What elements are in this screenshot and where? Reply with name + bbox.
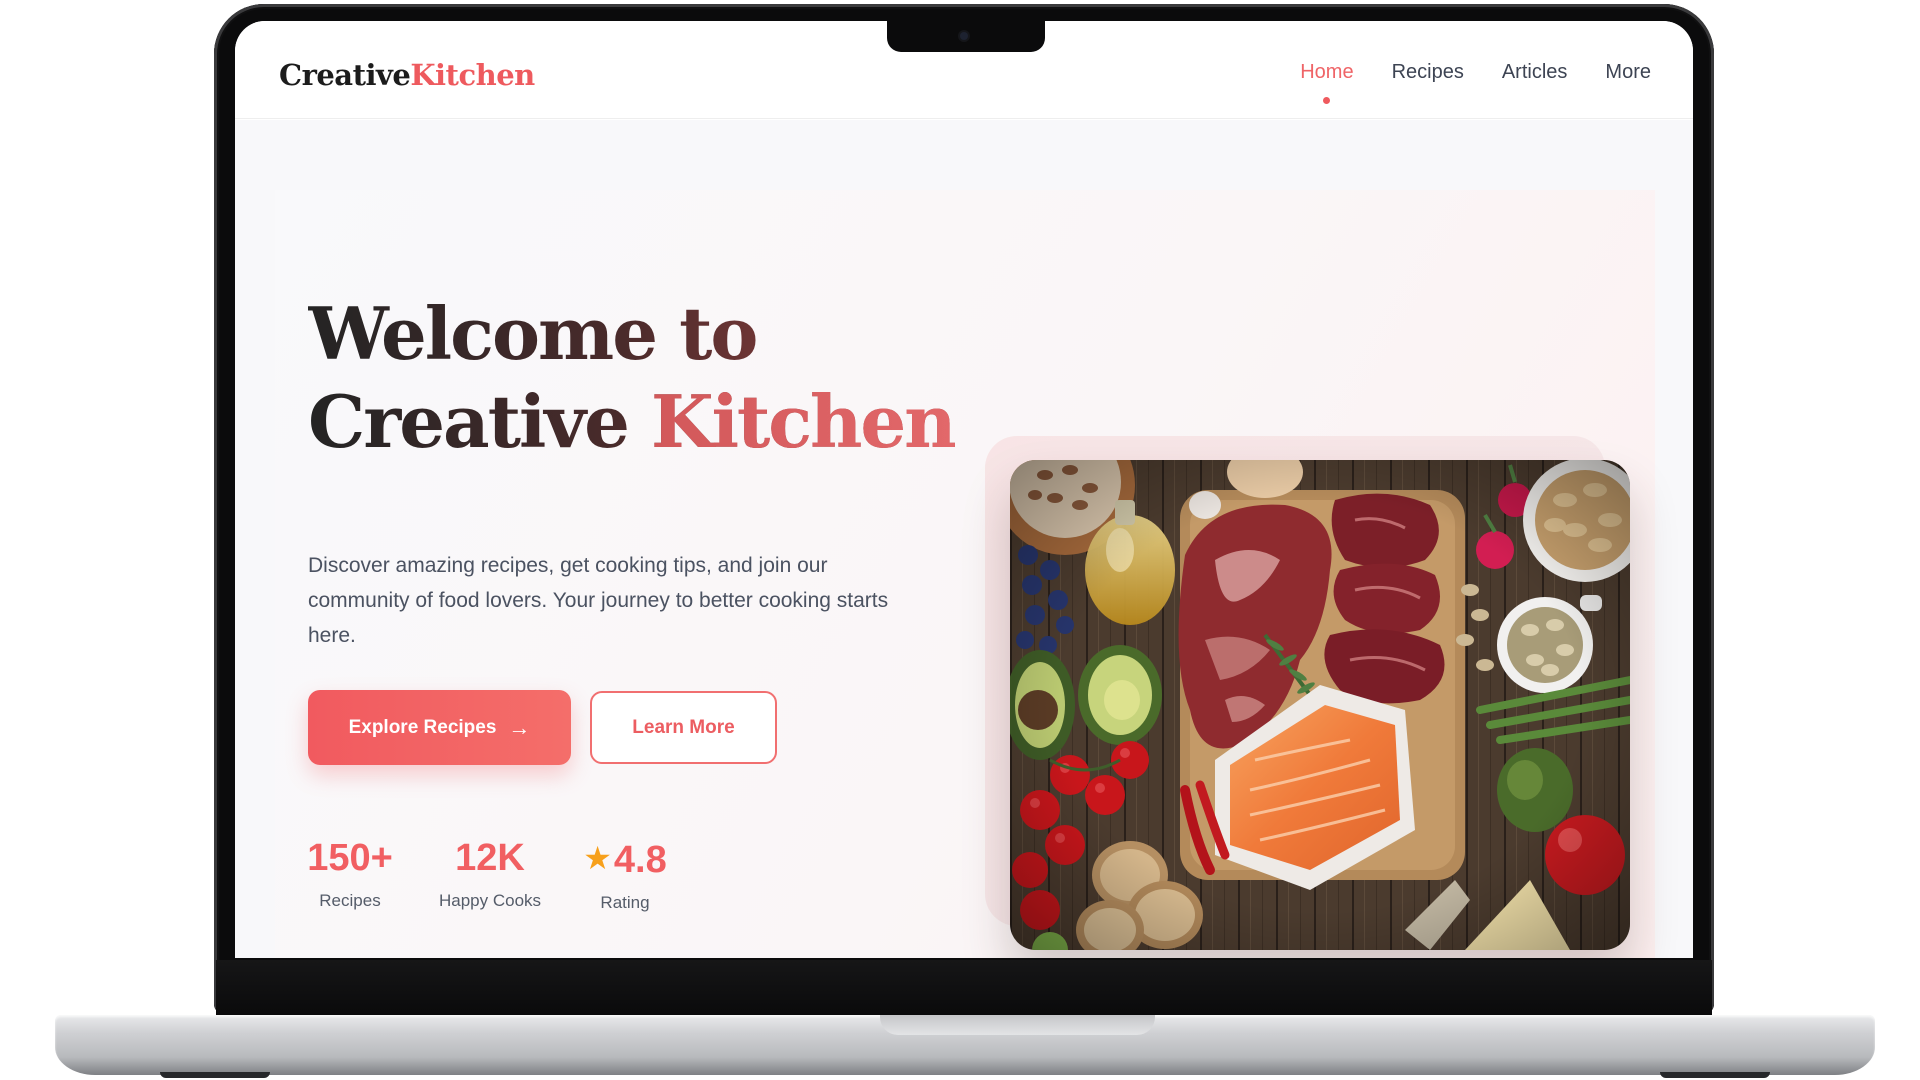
arrow-right-icon: →: [508, 714, 531, 740]
hero-title-line1: Welcome to: [308, 291, 757, 376]
laptop-opening-groove: [880, 1015, 1155, 1035]
nav-recipes-label: Recipes: [1391, 61, 1464, 83]
camera-icon: [960, 32, 968, 40]
hero-food-image: [1010, 460, 1630, 950]
laptop-foot-left: [160, 1072, 270, 1078]
hero-section: Welcome to Creative Kitchen Discover ama…: [235, 120, 1693, 958]
food-flatlay-illustration: [1010, 460, 1630, 950]
nav-recipes-link[interactable]: Recipes: [1392, 61, 1464, 84]
nav-links: Home Recipes Articles More: [1300, 61, 1651, 104]
explore-recipes-button[interactable]: Explore Recipes →: [308, 690, 571, 765]
hero-title-highlight: Kitchen: [651, 379, 957, 464]
star-icon: ★: [583, 840, 612, 876]
stat-recipes-label: Recipes: [319, 891, 381, 910]
nav-home-link[interactable]: Home: [1300, 61, 1354, 104]
stat-happy-cooks-label: Happy Cooks: [438, 891, 542, 910]
stat-rating-row: ★4.8: [560, 835, 690, 883]
browser-screen: CreativeKitchen Home Recipes Articles Mo…: [235, 21, 1693, 958]
laptop-foot-right: [1660, 1072, 1770, 1078]
stat-rating-label: Rating: [600, 893, 650, 912]
stat-rating: ★4.8 Rating: [560, 835, 690, 913]
hero-title: Welcome to Creative Kitchen: [308, 290, 1008, 466]
stat-happy-cooks-value: 12K: [455, 837, 525, 879]
explore-recipes-label: Explore Recipes: [348, 716, 497, 738]
learn-more-label: Learn More: [632, 716, 735, 738]
hero-subtitle: Discover amazing recipes, get cooking ti…: [308, 554, 889, 647]
camera-notch: [887, 20, 1045, 52]
nav-articles-label: Articles: [1501, 61, 1568, 83]
learn-more-button[interactable]: Learn More: [590, 691, 777, 764]
laptop-base: [55, 1015, 1875, 1075]
hero-title-line2: Creative: [308, 379, 652, 464]
stat-recipes-value: 150+: [307, 837, 393, 879]
stat-recipes: 150+ Recipes: [300, 835, 400, 911]
laptop-chin: [216, 960, 1712, 1016]
stat-rating-value: 4.8: [613, 839, 667, 881]
logo-text-creative: Creative: [279, 58, 411, 92]
stat-happy-cooks: 12K Happy Cooks: [430, 835, 550, 911]
logo-text-kitchen: Kitchen: [410, 58, 535, 92]
nav-articles-link[interactable]: Articles: [1502, 61, 1568, 84]
nav-more-link[interactable]: More: [1605, 61, 1651, 84]
nav-home-label: Home: [1300, 61, 1354, 83]
nav-more-label: More: [1605, 61, 1651, 83]
active-indicator-dot: [1323, 97, 1331, 104]
site-logo[interactable]: CreativeKitchen: [279, 58, 535, 92]
